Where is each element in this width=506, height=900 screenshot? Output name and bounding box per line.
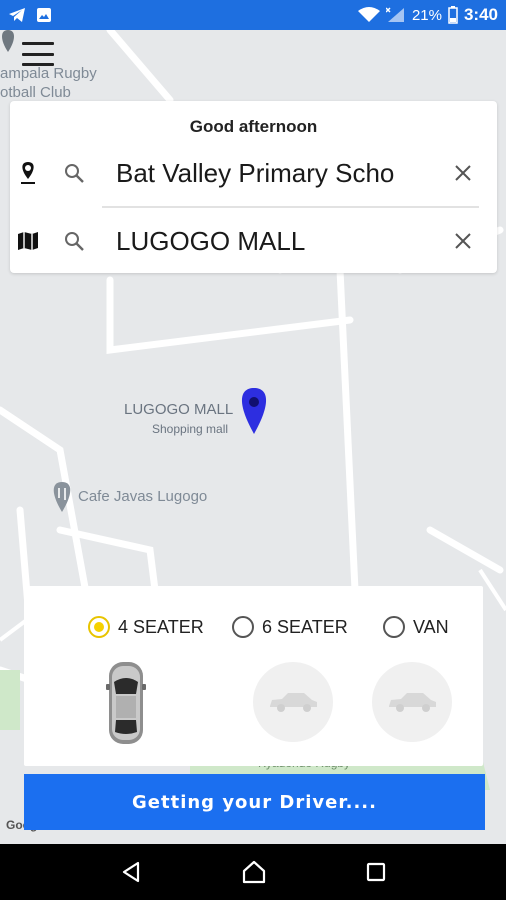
clear-destination-icon[interactable] (451, 229, 475, 253)
battery-percent: 21% (411, 6, 442, 24)
radio-icon[interactable] (383, 616, 405, 638)
battery-icon (448, 6, 458, 24)
back-icon[interactable] (120, 861, 142, 883)
pin-icon (14, 161, 42, 185)
map-label-rugby-club-2: otball Club (0, 84, 71, 101)
option-4-seater[interactable]: 4 SEATER (88, 616, 204, 638)
option-label: 6 SEATER (262, 616, 348, 637)
poi-marker-icon (2, 30, 14, 52)
radio-selected-icon[interactable] (88, 616, 110, 638)
wifi-icon (357, 7, 380, 22)
option-6-seater[interactable]: 6 SEATER (232, 616, 348, 638)
status-bar: 21% 3:40 (0, 0, 506, 30)
search-icon (62, 162, 86, 184)
nav-bar (0, 844, 506, 900)
divider (102, 206, 479, 208)
map-label-cafe: Cafe Javas Lugogo (78, 488, 208, 505)
option-label: VAN (413, 616, 449, 637)
map-icon (14, 231, 42, 251)
pickup-input[interactable]: Bat Valley Primary Scho (116, 158, 406, 189)
clock: 3:40 (463, 5, 498, 24)
getting-driver-button[interactable]: Getting your Driver.... (24, 774, 485, 830)
van-icon[interactable] (372, 662, 452, 742)
home-icon[interactable] (241, 860, 267, 884)
image-icon (37, 8, 51, 22)
search-card: Good afternoon Bat Valley Primary Scho L… (10, 101, 497, 273)
menu-icon[interactable] (22, 40, 54, 68)
clear-pickup-icon[interactable] (451, 161, 475, 185)
radio-icon[interactable] (232, 616, 254, 638)
six-seater-car-icon[interactable] (253, 662, 333, 742)
destination-row[interactable]: LUGOGO MALL (10, 211, 497, 271)
option-label: 4 SEATER (118, 616, 204, 637)
search-icon (62, 230, 86, 252)
destination-input[interactable]: LUGOGO MALL (116, 226, 406, 257)
option-van[interactable]: VAN (383, 616, 449, 638)
signal-icon (385, 7, 404, 22)
map-label-lugogo-mall: LUGOGO MALL (124, 401, 234, 418)
telegram-icon (9, 8, 25, 22)
map-label-lugogo-sub: Shopping mall (152, 422, 229, 436)
pickup-row[interactable]: Bat Valley Primary Scho (10, 143, 497, 203)
greeting: Good afternoon (189, 117, 318, 136)
location-marker-icon (241, 388, 267, 434)
car-top-view-icon (106, 662, 146, 744)
vehicle-selector: 4 SEATER 6 SEATER VAN (24, 586, 483, 766)
recents-icon[interactable] (366, 862, 386, 882)
